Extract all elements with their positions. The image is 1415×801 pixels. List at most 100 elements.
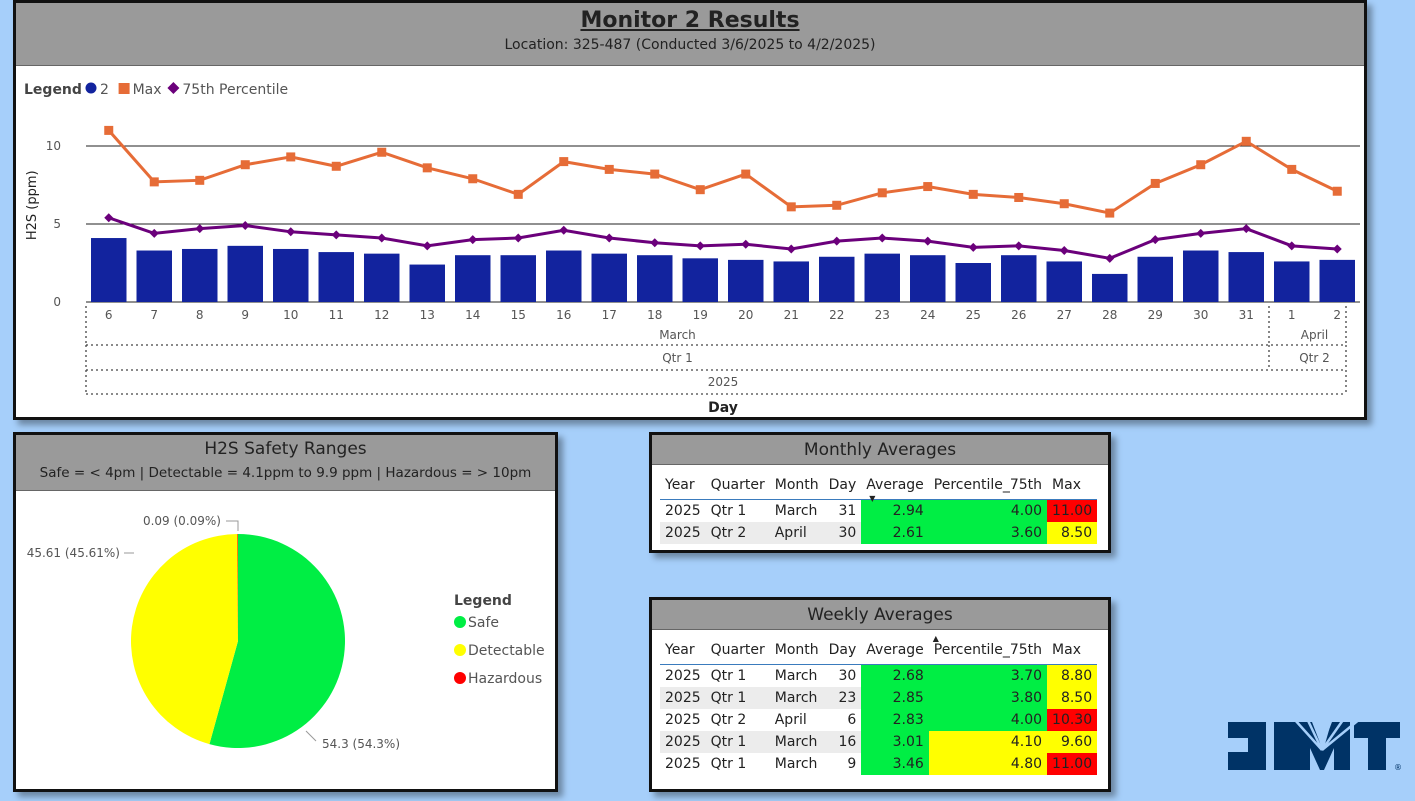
table-row[interactable]: 2025 Qtr 1 March 31 2.94 4.00 11.00 — [660, 499, 1098, 522]
x-tick-label: 24 — [920, 308, 935, 322]
table-row[interactable]: 2025 Qtr 1 March 30 2.68 3.70 8.80 — [660, 664, 1098, 687]
bar — [773, 261, 809, 302]
bar — [819, 256, 855, 302]
x-tick-label: 31 — [1239, 308, 1254, 322]
p75-point — [604, 233, 614, 243]
bar — [955, 263, 991, 302]
column-header[interactable]: Quarter — [705, 471, 770, 500]
table-cell: 31 — [838, 503, 857, 519]
x-tick-label: 2 — [1333, 308, 1341, 322]
safety-ranges-pie[interactable]: 54.3 (54.3%) 45.61 (45.61%) 0.09 (0.09%) Le… — [16, 491, 555, 789]
max-point — [104, 125, 114, 135]
column-header[interactable]: Day — [823, 471, 862, 500]
y-tick-label: 5 — [53, 217, 61, 231]
table-cell: 30 — [823, 522, 862, 544]
bar — [364, 253, 400, 302]
column-header[interactable]: Day — [823, 636, 862, 665]
column-header[interactable]: Month — [769, 636, 824, 665]
p75-point — [1332, 244, 1342, 254]
p75-point — [1059, 246, 1069, 256]
column-header[interactable]: Max — [1047, 636, 1098, 665]
table-cell: 3.46 — [861, 753, 929, 775]
p75-point — [1196, 228, 1206, 238]
column-header[interactable]: Quarter — [705, 636, 770, 665]
monitor-chart-panel: Monitor 2 Results Location: 325-487 (Con… — [13, 0, 1367, 420]
bar — [500, 255, 536, 302]
column-header[interactable]: Average ▼ — [861, 471, 929, 503]
pie-data-label: 0.09 (0.09%) — [143, 514, 221, 528]
table-cell: 3.60 — [928, 522, 1048, 544]
table-cell: 8.50 — [1047, 687, 1098, 709]
column-header[interactable]: Max — [1047, 471, 1098, 500]
sort-desc-icon: ▼ — [869, 494, 876, 503]
table-cell: Qtr 2 — [710, 712, 747, 728]
table-cell: 16 — [823, 731, 862, 753]
x-tick-label: 28 — [1102, 308, 1117, 322]
table-row[interactable]: 2025 Qtr 1 March 16 3.01 4.10 9.60 — [660, 731, 1098, 753]
table-row[interactable]: 2025 Qtr 2 April 30 2.61 3.60 8.50 — [660, 522, 1098, 544]
max-point — [286, 152, 296, 162]
x-tick-label: 20 — [738, 308, 753, 322]
main-header: Monitor 2 Results Location: 325-487 (Con… — [16, 3, 1364, 66]
table-cell: 2025 — [665, 756, 701, 772]
table-row[interactable]: 2025 Qtr 1 March 23 2.85 3.80 8.50 — [660, 687, 1098, 709]
x-tick-label: 6 — [105, 308, 113, 322]
column-header[interactable]: Year — [660, 636, 706, 665]
axis-group-label: April — [1301, 328, 1328, 342]
bar — [864, 253, 900, 302]
h2s-daily-chart[interactable]: Legend 2 Max 75th Percentile 0 5 10 H2S (ppm) 6 7… — [16, 66, 1364, 417]
table-cell: Qtr 1 — [705, 687, 770, 709]
max-point — [650, 169, 660, 179]
table-row[interactable]: 2025 Qtr 1 March 9 3.46 4.80 11.00 — [660, 753, 1098, 775]
column-header[interactable]: Month — [769, 471, 824, 500]
column-header[interactable]: Percentile_75th ▲ — [928, 634, 1048, 665]
table-row[interactable]: 2025 Qtr 2 April 6 2.83 4.00 10.30 — [660, 709, 1098, 731]
table-cell: March — [769, 731, 824, 753]
max-point — [149, 177, 159, 187]
y-tick-label: 10 — [46, 139, 61, 153]
x-tick-label: 23 — [875, 308, 890, 322]
x-tick-label: 22 — [829, 308, 844, 322]
p75-point — [331, 230, 341, 240]
table-cell: March — [769, 687, 824, 709]
table-cell: 2025 — [665, 503, 701, 519]
max-point — [604, 164, 614, 174]
bar — [1228, 252, 1264, 302]
column-header[interactable]: Year — [660, 471, 706, 500]
table-cell: 4.80 — [928, 753, 1048, 775]
column-header[interactable]: Average — [861, 636, 929, 665]
table-cell: March — [774, 503, 818, 519]
table-header-row: Year Quarter Month Day Average Percentile_75t… — [660, 634, 1098, 665]
bar — [318, 252, 354, 302]
bar — [91, 238, 127, 302]
x-tick-label: 13 — [420, 308, 435, 322]
table-cell: Qtr 1 — [710, 503, 747, 519]
legend-marker-2 — [167, 82, 180, 94]
table-cell: 2.85 — [861, 687, 929, 709]
max-point — [468, 174, 478, 184]
max-point — [1150, 178, 1160, 188]
pie-title: H2S Safety Ranges — [204, 439, 367, 459]
p75-point — [1287, 241, 1297, 251]
p75-point — [695, 241, 705, 251]
bar — [136, 250, 172, 302]
x-tick-label: 9 — [241, 308, 249, 322]
max-point — [695, 185, 705, 195]
pie-leader-line — [305, 730, 317, 742]
weekly-averages-panel: Weekly Averages Year Quarter Month Day Avera… — [649, 597, 1111, 792]
p75-point — [513, 233, 523, 243]
monthly-averages-panel: Monthly Averages Year Quarter Month Day Aver… — [649, 432, 1111, 553]
max-point — [422, 163, 432, 173]
max-point — [923, 182, 933, 192]
table-cell: 2.68 — [861, 664, 929, 687]
svg-text:®: ® — [1394, 763, 1402, 772]
table-cell: March — [774, 756, 818, 772]
table-cell: 9 — [847, 756, 857, 772]
column-header[interactable]: Percentile_75th — [928, 471, 1048, 500]
bar — [591, 253, 627, 302]
bar — [1092, 273, 1128, 302]
pie-subtitle: Safe = < 4pm | Detectable = 4.1ppm to 9.… — [39, 465, 532, 481]
pie-legend-label: Hazardous — [468, 671, 542, 687]
page-subtitle: Location: 325-487 (Conducted 3/6/2025 to… — [504, 37, 876, 53]
p75-point — [195, 224, 205, 234]
